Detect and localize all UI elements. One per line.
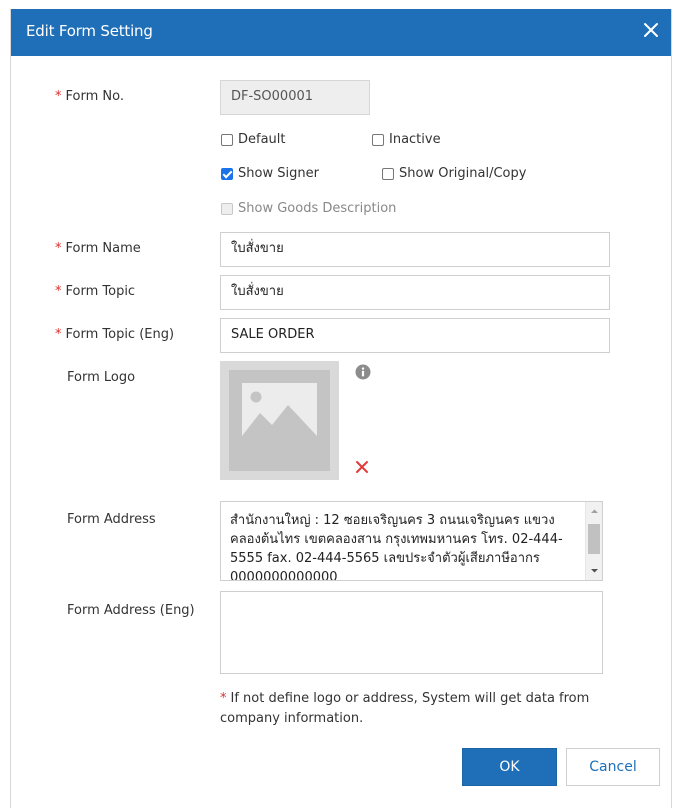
cancel-button[interactable]: Cancel bbox=[566, 748, 660, 786]
ok-button[interactable]: OK bbox=[462, 748, 557, 786]
show-signer-checkbox[interactable]: Show Signer bbox=[221, 166, 319, 181]
form-topic-label: * Form Topic bbox=[55, 284, 135, 299]
form-no-label-text: Form No. bbox=[65, 89, 124, 104]
show-goods-description-checkbox-label: Show Goods Description bbox=[238, 201, 397, 216]
form-topic-input[interactable]: ใบสั่งขาย bbox=[220, 275, 610, 310]
required-mark: * bbox=[55, 89, 62, 104]
checkbox-box[interactable] bbox=[382, 167, 394, 180]
show-original-copy-checkbox[interactable]: Show Original/Copy bbox=[382, 166, 526, 181]
required-mark: * bbox=[55, 241, 62, 256]
form-name-label-text: Form Name bbox=[65, 241, 141, 256]
form-topic-label-text: Form Topic bbox=[65, 284, 136, 299]
required-mark: * bbox=[55, 284, 62, 299]
close-icon[interactable] bbox=[640, 19, 662, 41]
dialog-header: Edit Form Setting bbox=[11, 9, 671, 56]
form-name-input[interactable]: ใบสั่งขาย bbox=[220, 232, 610, 267]
show-signer-checkbox-label: Show Signer bbox=[238, 166, 319, 181]
form-topic-eng-input[interactable]: SALE ORDER bbox=[220, 318, 610, 353]
form-name-label: * Form Name bbox=[55, 241, 141, 256]
form-topic-eng-label-text: Form Topic (Eng) bbox=[65, 327, 175, 342]
checkbox-box-disabled bbox=[221, 202, 233, 215]
form-address-label: Form Address bbox=[67, 512, 156, 527]
form-logo-label: Form Logo bbox=[67, 370, 136, 385]
remove-icon[interactable] bbox=[355, 460, 369, 474]
checkbox-checked-box[interactable] bbox=[221, 167, 233, 180]
inactive-checkbox[interactable]: Inactive bbox=[372, 132, 441, 147]
scroll-down-icon[interactable] bbox=[587, 563, 602, 578]
show-original-copy-checkbox-label: Show Original/Copy bbox=[399, 166, 527, 181]
default-checkbox-label: Default bbox=[238, 132, 286, 147]
note-text: If not define logo or address, System wi… bbox=[220, 691, 590, 726]
scroll-up-icon[interactable] bbox=[587, 504, 602, 519]
inactive-checkbox-label: Inactive bbox=[389, 132, 441, 147]
form-topic-eng-label: * Form Topic (Eng) bbox=[55, 327, 174, 342]
required-mark: * bbox=[55, 327, 62, 342]
form-address-textarea[interactable]: สำนักงานใหญ่ : 12 ซอยเจริญนคร 3 ถนนเจริญ… bbox=[220, 501, 603, 581]
form-address-eng-label: Form Address (Eng) bbox=[67, 603, 195, 618]
default-checkbox[interactable]: Default bbox=[221, 132, 286, 147]
form-address-text: สำนักงานใหญ่ : 12 ซอยเจริญนคร 3 ถนนเจริญ… bbox=[230, 513, 563, 581]
info-icon[interactable] bbox=[355, 364, 371, 380]
dialog-title: Edit Form Setting bbox=[26, 22, 153, 40]
form-address-eng-textarea[interactable] bbox=[220, 591, 603, 674]
show-goods-description-checkbox: Show Goods Description bbox=[221, 201, 396, 216]
note-required-mark: * bbox=[220, 691, 227, 706]
scrollbar-thumb[interactable] bbox=[588, 524, 600, 554]
checkbox-box[interactable] bbox=[221, 133, 233, 146]
info-note: * If not define logo or address, System w… bbox=[220, 689, 630, 729]
checkbox-box[interactable] bbox=[372, 133, 384, 146]
edit-form-setting-dialog: Edit Form Setting * Form No. DF-SO00001 D… bbox=[10, 9, 672, 808]
form-no-label: * Form No. bbox=[55, 89, 124, 104]
form-no-field: DF-SO00001 bbox=[220, 80, 370, 115]
scrollbar[interactable] bbox=[585, 502, 602, 580]
form-logo-upload[interactable] bbox=[220, 361, 339, 480]
image-placeholder-icon bbox=[229, 370, 330, 471]
